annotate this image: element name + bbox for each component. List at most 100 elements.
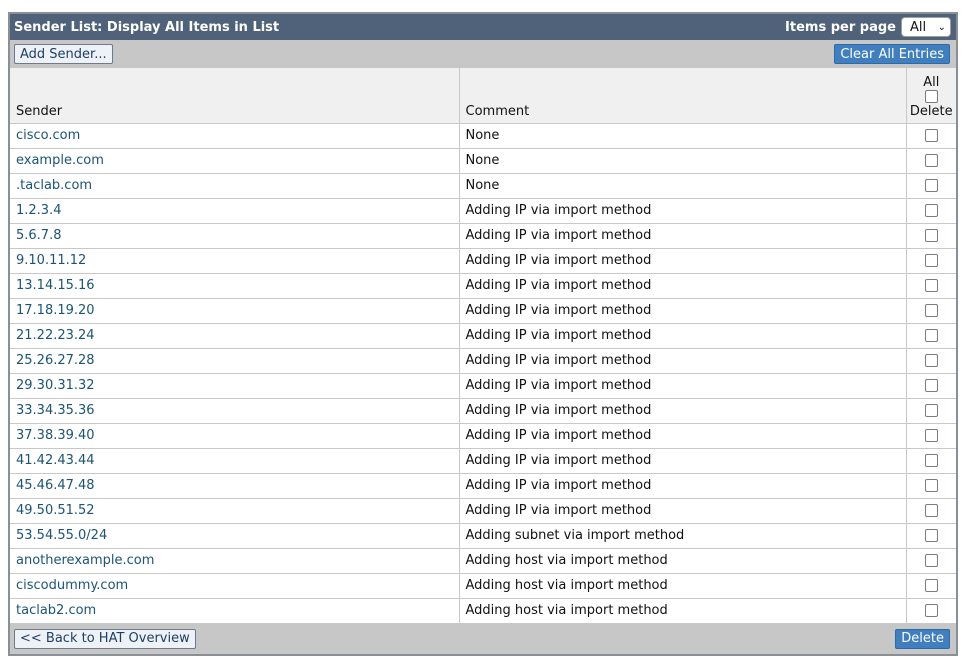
- delete-cell: [906, 123, 956, 149]
- delete-button[interactable]: Delete: [895, 628, 950, 649]
- delete-cell: [906, 323, 956, 349]
- panel-header: Sender List: Display All Items in List I…: [10, 14, 956, 40]
- sender-link[interactable]: 25.26.27.28: [10, 348, 460, 374]
- items-per-page: Items per page All ⌄: [785, 17, 951, 37]
- delete-cell: [906, 148, 956, 174]
- column-header-comment: Comment: [459, 68, 907, 124]
- comment-cell: Adding IP via import method: [459, 298, 907, 324]
- table-row: 17.18.19.20 Adding IP via import method: [10, 298, 956, 324]
- delete-cell: [906, 548, 956, 574]
- back-to-hat-overview-button[interactable]: << Back to HAT Overview: [14, 628, 196, 649]
- comment-cell: Adding IP via import method: [459, 398, 907, 424]
- delete-checkbox[interactable]: [924, 554, 938, 567]
- table-row: 37.38.39.40 Adding IP via import method: [10, 423, 956, 449]
- delete-cell: [906, 348, 956, 374]
- add-sender-button[interactable]: Add Sender...: [14, 44, 113, 64]
- comment-cell: Adding IP via import method: [459, 473, 907, 499]
- delete-column-label: Delete: [909, 103, 953, 119]
- column-header-delete: All Delete: [906, 68, 956, 124]
- comment-cell: Adding IP via import method: [459, 348, 907, 374]
- clear-all-entries-button[interactable]: Clear All Entries: [834, 44, 950, 64]
- table-row: ciscodummy.com Adding host via import met…: [10, 573, 956, 599]
- items-per-page-label: Items per page: [785, 19, 896, 35]
- table-row: 33.34.35.36 Adding IP via import method: [10, 398, 956, 424]
- select-all-checkbox[interactable]: [924, 89, 938, 103]
- sender-link[interactable]: anotherexample.com: [10, 548, 460, 574]
- delete-checkbox[interactable]: [924, 279, 938, 292]
- delete-checkbox[interactable]: [924, 254, 938, 267]
- sender-link[interactable]: taclab2.com: [10, 598, 460, 624]
- sender-link[interactable]: 33.34.35.36: [10, 398, 460, 424]
- delete-checkbox[interactable]: [924, 429, 938, 442]
- comment-cell: None: [459, 123, 907, 149]
- delete-checkbox[interactable]: [924, 404, 938, 417]
- comment-cell: Adding IP via import method: [459, 323, 907, 349]
- delete-cell: [906, 398, 956, 424]
- delete-checkbox[interactable]: [924, 454, 938, 467]
- sender-link[interactable]: .taclab.com: [10, 173, 460, 199]
- delete-checkbox[interactable]: [924, 129, 938, 142]
- table-row: 1.2.3.4 Adding IP via import method: [10, 198, 956, 224]
- delete-cell: [906, 248, 956, 274]
- sender-link[interactable]: 37.38.39.40: [10, 423, 460, 449]
- delete-checkbox[interactable]: [924, 204, 938, 217]
- sender-link[interactable]: 45.46.47.48: [10, 473, 460, 499]
- table-row: 45.46.47.48 Adding IP via import method: [10, 473, 956, 499]
- comment-cell: Adding IP via import method: [459, 423, 907, 449]
- delete-checkbox[interactable]: [924, 479, 938, 492]
- table-row: example.com None: [10, 148, 956, 174]
- delete-cell: [906, 498, 956, 524]
- table-row: 9.10.11.12 Adding IP via import method: [10, 248, 956, 274]
- delete-checkbox[interactable]: [924, 329, 938, 342]
- delete-checkbox[interactable]: [924, 379, 938, 392]
- sender-link[interactable]: 49.50.51.52: [10, 498, 460, 524]
- delete-cell: [906, 198, 956, 224]
- delete-cell: [906, 298, 956, 324]
- table-row: 5.6.7.8 Adding IP via import method: [10, 223, 956, 249]
- sender-link[interactable]: 29.30.31.32: [10, 373, 460, 399]
- items-per-page-select[interactable]: All ⌄: [901, 17, 951, 37]
- comment-cell: Adding host via import method: [459, 548, 907, 574]
- sender-link[interactable]: example.com: [10, 148, 460, 174]
- sender-link[interactable]: 13.14.15.16: [10, 273, 460, 299]
- sender-link[interactable]: 1.2.3.4: [10, 198, 460, 224]
- comment-cell: Adding host via import method: [459, 598, 907, 624]
- delete-checkbox[interactable]: [924, 354, 938, 367]
- delete-cell: [906, 423, 956, 449]
- sender-link[interactable]: 17.18.19.20: [10, 298, 460, 324]
- comment-cell: None: [459, 173, 907, 199]
- sender-link[interactable]: 9.10.11.12: [10, 248, 460, 274]
- delete-cell: [906, 448, 956, 474]
- delete-checkbox[interactable]: [924, 604, 938, 617]
- delete-checkbox[interactable]: [924, 504, 938, 517]
- delete-cell: [906, 173, 956, 199]
- comment-cell: Adding IP via import method: [459, 273, 907, 299]
- comment-cell: Adding IP via import method: [459, 448, 907, 474]
- bottom-toolbar: << Back to HAT Overview Delete: [10, 623, 956, 654]
- comment-cell: Adding subnet via import method: [459, 523, 907, 549]
- sender-link[interactable]: 41.42.43.44: [10, 448, 460, 474]
- delete-cell: [906, 373, 956, 399]
- table-row: cisco.com None: [10, 123, 956, 149]
- chevron-down-icon: ⌄: [937, 21, 946, 33]
- sender-link[interactable]: 53.54.55.0/24: [10, 523, 460, 549]
- comment-cell: Adding IP via import method: [459, 198, 907, 224]
- sender-list-panel: Sender List: Display All Items in List I…: [8, 12, 958, 656]
- sender-link[interactable]: 5.6.7.8: [10, 223, 460, 249]
- delete-checkbox[interactable]: [924, 179, 938, 192]
- delete-checkbox[interactable]: [924, 304, 938, 317]
- delete-cell: [906, 523, 956, 549]
- sender-table: Sender Comment All Delete cisco.com None e…: [10, 68, 956, 624]
- delete-checkbox[interactable]: [924, 579, 938, 592]
- delete-checkbox[interactable]: [924, 529, 938, 542]
- sender-link[interactable]: 21.22.23.24: [10, 323, 460, 349]
- delete-checkbox[interactable]: [924, 154, 938, 167]
- sender-link[interactable]: ciscodummy.com: [10, 573, 460, 599]
- sender-link[interactable]: cisco.com: [10, 123, 460, 149]
- table-row: 29.30.31.32 Adding IP via import method: [10, 373, 956, 399]
- delete-cell: [906, 273, 956, 299]
- table-body: cisco.com None example.com None .taclab.com N…: [10, 123, 956, 624]
- delete-checkbox[interactable]: [924, 229, 938, 242]
- table-row: taclab2.com Adding host via import method: [10, 598, 956, 624]
- table-header-row: Sender Comment All Delete: [10, 68, 956, 124]
